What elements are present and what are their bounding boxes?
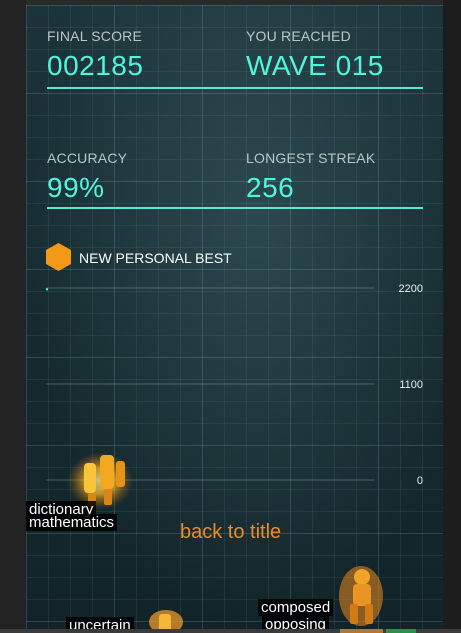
y-tick-label: 2200 [399, 283, 423, 295]
walking-robot-sprite [338, 566, 384, 629]
back-to-title-button[interactable]: back to title [180, 521, 281, 544]
game-over-screen: FINAL SCORE 002185 YOU REACHED WAVE 015 … [26, 5, 443, 629]
enemy-word-label: uncertain [66, 617, 134, 629]
small-robot-sprite [148, 610, 184, 629]
enemy-word-label: opposing [262, 616, 329, 629]
y-tick-label: 0 [417, 475, 423, 487]
left-frame [0, 0, 26, 633]
score-data-point [46, 288, 48, 291]
right-frame [443, 0, 461, 633]
y-tick-label: 1100 [399, 379, 423, 391]
bottom-color-swatch [386, 629, 416, 633]
enemy-word-label: mathematics [26, 514, 118, 531]
bottom-color-swatch [340, 629, 383, 633]
enemy-word-label: composed [258, 599, 334, 616]
